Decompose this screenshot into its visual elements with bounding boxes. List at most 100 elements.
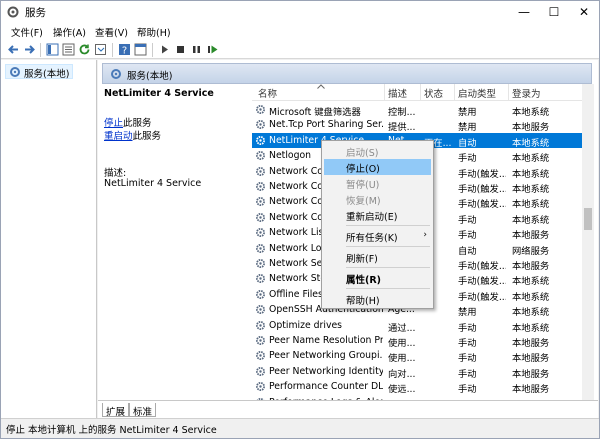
help-icon[interactable]: ?: [118, 43, 131, 56]
refresh-icon[interactable]: [78, 43, 91, 56]
tab-extended[interactable]: 扩展: [102, 403, 130, 418]
service-gear-icon: [256, 135, 265, 145]
table-row[interactable]: Peer Networking Identity... 向对... 手动 本地服务: [252, 364, 582, 380]
back-arrow-icon[interactable]: [7, 43, 20, 56]
restart-service-suffix: 此服务: [132, 131, 162, 142]
list-header: 名称 描述 状态 启动类型 登录为: [252, 84, 582, 101]
table-row[interactable]: Net.Tcp Port Sharing Ser... 提供... 禁用 本地服务: [252, 117, 582, 134]
pause-service-icon[interactable]: [190, 43, 203, 56]
column-divider[interactable]: [384, 84, 385, 101]
cell-logon: 本地服务: [512, 368, 550, 380]
cell-logon: 本地服务: [512, 338, 550, 349]
close-button[interactable]: ✕: [569, 1, 599, 23]
column-header-startup-type[interactable]: 启动类型: [458, 86, 496, 100]
context-menu-item[interactable]: 属性(R): [324, 270, 431, 286]
context-menu-item-label: 启动(S): [346, 148, 379, 159]
start-service-icon[interactable]: [158, 43, 171, 56]
cell-logon: 网络服务: [512, 245, 550, 257]
description-value: NetLimiter 4 Service: [104, 178, 202, 189]
context-menu-item[interactable]: 刷新(F): [324, 249, 431, 265]
cell-startup: 禁用: [458, 107, 477, 118]
cell-logon: 本地服务: [512, 122, 550, 134]
maximize-button[interactable]: ☐: [539, 1, 569, 23]
cell-startup: 手动: [458, 230, 477, 242]
cell-startup: 手动: [458, 153, 477, 165]
service-gear-icon: [256, 351, 265, 361]
cell-desc: 提供...: [388, 122, 416, 134]
service-gear-icon: [256, 197, 265, 207]
column-header-name[interactable]: 名称: [258, 86, 277, 100]
title-bar: 服务 — ☐ ✕: [1, 1, 599, 23]
context-menu-item[interactable]: 重新启动(E): [324, 207, 431, 223]
cell-name: Optimize drives: [269, 319, 343, 331]
table-row[interactable]: Peer Name Resolution Pr... 使用... 手动 本地服务: [252, 333, 582, 349]
services-gear-icon: [7, 6, 19, 18]
column-header-log-on-as[interactable]: 登录为: [512, 86, 541, 100]
table-row[interactable]: Performance Counter DL... 使远... 手动 本地服务: [252, 379, 582, 396]
cell-logon: 本地系统: [512, 107, 550, 118]
cell-logon: 本地系统: [512, 322, 550, 334]
table-row[interactable]: Optimize drives 通过... 手动 本地系统: [252, 318, 582, 334]
export-list-icon[interactable]: [94, 43, 107, 56]
menu-action[interactable]: 操作(A): [53, 25, 86, 39]
cell-logon: 本地系统: [512, 307, 550, 319]
service-gear-icon: [256, 305, 265, 315]
pane-header: 服务(本地): [102, 63, 592, 84]
toolbar-separator: [112, 43, 113, 57]
stop-service-icon[interactable]: [174, 43, 187, 56]
cell-startup: 手动(触发...: [458, 291, 506, 303]
pane-header-title: 服务(本地): [127, 71, 173, 82]
service-gear-icon: [256, 366, 265, 376]
table-row[interactable]: Peer Networking Groupi... 使用... 手动 本地服务: [252, 348, 582, 365]
show-tree-icon[interactable]: [46, 43, 59, 56]
table-row[interactable]: Microsoft 键盘筛选器 控制... 禁用 本地系统: [252, 102, 582, 118]
restart-service-icon[interactable]: [206, 43, 219, 56]
menu-view[interactable]: 查看(V): [95, 25, 128, 39]
restart-service-link[interactable]: 重启动: [104, 131, 133, 142]
column-divider[interactable]: [508, 84, 509, 101]
minimize-button[interactable]: —: [509, 1, 539, 23]
menu-help[interactable]: 帮助(H): [137, 25, 171, 39]
scrollbar-thumb[interactable]: [584, 208, 592, 230]
service-gear-icon: [256, 243, 265, 253]
context-menu-item-label: 停止(O): [346, 164, 380, 175]
menu-bar: 文件(F) 操作(A) 查看(V) 帮助(H): [1, 23, 599, 41]
cell-startup: 手动: [458, 384, 477, 396]
menu-separator: [346, 225, 430, 226]
context-menu-item: 启动(S): [324, 143, 431, 159]
column-divider[interactable]: [454, 84, 455, 101]
view-tabs: 扩展 标准: [98, 400, 598, 418]
status-text: 停止 本地计算机 上的服务 NetLimiter 4 Service: [6, 425, 217, 436]
service-gear-icon: [256, 289, 265, 299]
cell-startup: 手动(触发...: [458, 184, 506, 195]
context-menu-item-label: 帮助(H): [346, 296, 380, 307]
cell-startup: 手动(触发...: [458, 276, 506, 288]
cell-startup: 手动: [458, 353, 477, 365]
column-header-description[interactable]: 描述: [388, 86, 407, 100]
column-header-status[interactable]: 状态: [424, 86, 443, 100]
cell-desc: 通过...: [388, 322, 416, 334]
column-divider[interactable]: [420, 84, 421, 101]
detail-service-name: NetLimiter 4 Service: [104, 88, 214, 99]
menu-file[interactable]: 文件(F): [11, 25, 43, 39]
properties-pane-icon[interactable]: [62, 43, 75, 56]
vertical-scrollbar[interactable]: [582, 84, 594, 400]
tab-standard[interactable]: 标准: [129, 403, 157, 418]
services-gear-icon: [111, 69, 121, 79]
context-menu-item[interactable]: 帮助(H): [324, 291, 431, 307]
service-gear-icon: [256, 151, 265, 161]
stop-service-line: 停止此服务: [104, 115, 152, 129]
cell-startup: 手动: [458, 368, 477, 380]
context-menu-item-label: 所有任务(K): [346, 233, 398, 244]
cell-desc: 使远...: [388, 384, 416, 396]
console-icon[interactable]: [134, 43, 147, 56]
cell-logon: 本地系统: [512, 168, 550, 180]
forward-arrow-icon[interactable]: [23, 43, 36, 56]
cell-startup: 禁用: [458, 307, 477, 319]
cell-desc: 控制...: [388, 107, 416, 118]
context-menu-item-label: 重新启动(E): [346, 212, 398, 223]
tree-item-services-local[interactable]: 服务(本地): [5, 64, 74, 80]
context-menu-item[interactable]: 所有任务(K) ›: [324, 228, 431, 244]
service-gear-icon: [256, 182, 265, 191]
context-menu-item[interactable]: 停止(O): [324, 159, 431, 175]
